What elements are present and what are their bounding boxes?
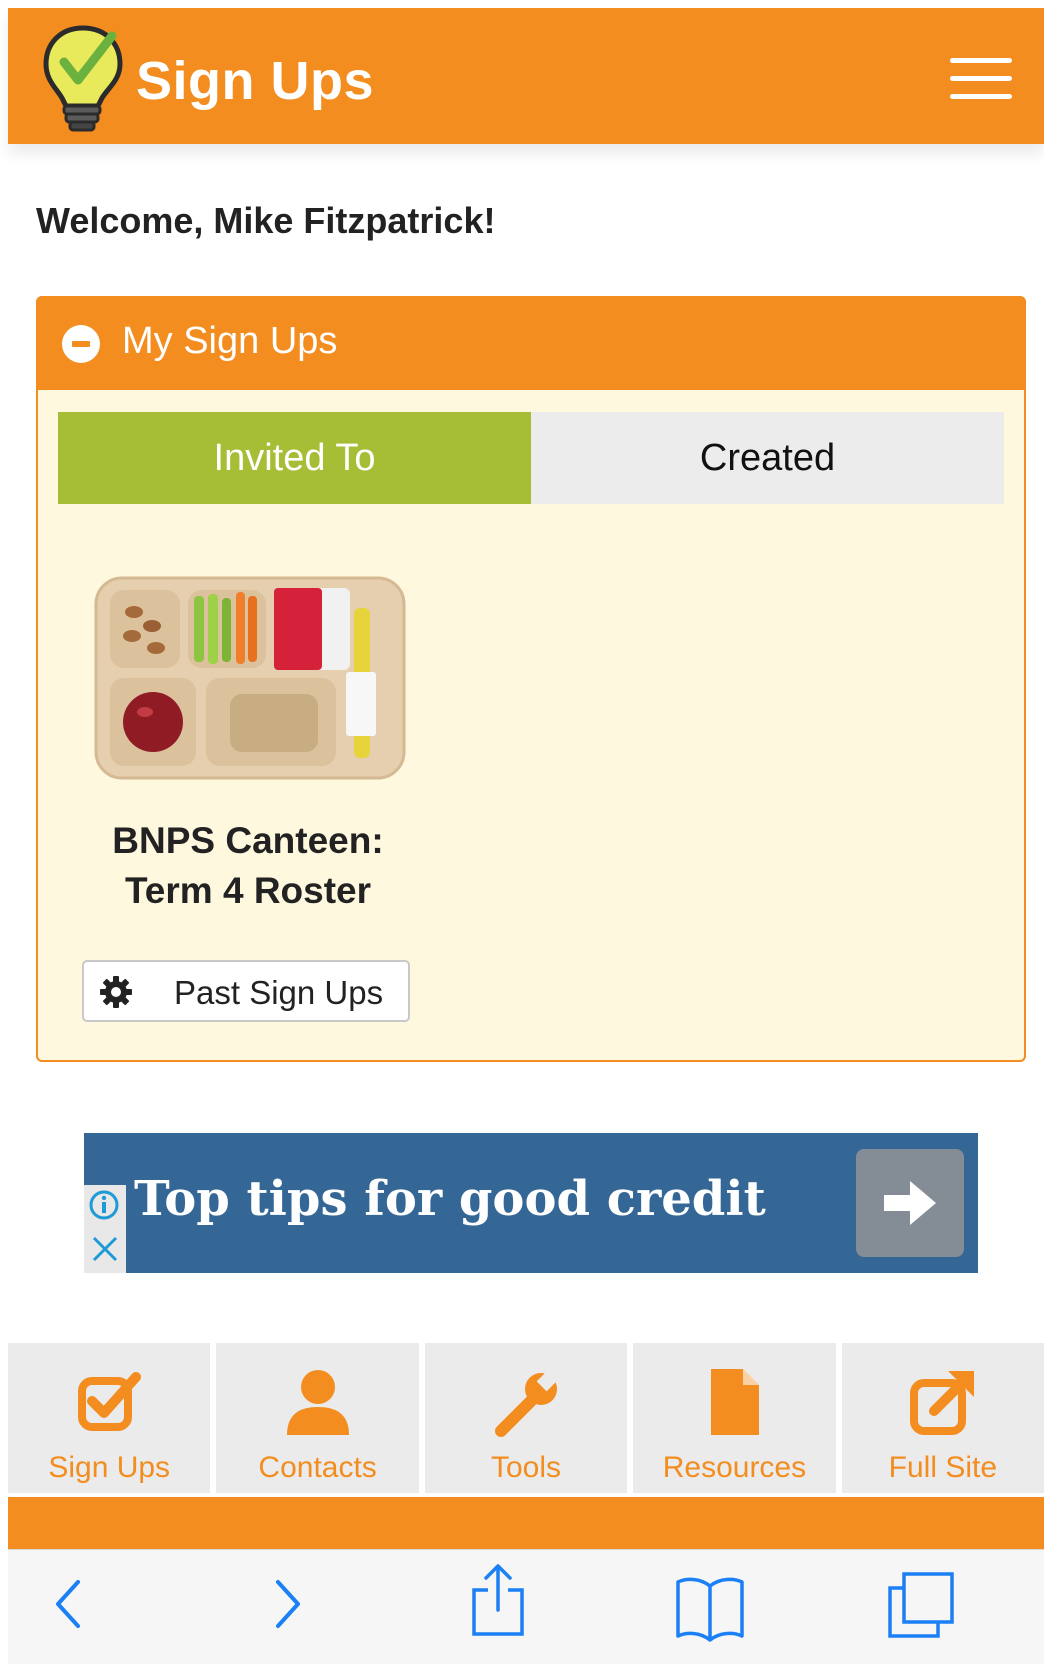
document-icon	[711, 1369, 760, 1435]
close-icon[interactable]	[90, 1233, 120, 1265]
bottom-nav: Sign Ups Contacts Tools Resources Full S…	[8, 1343, 1044, 1493]
nav-full-site[interactable]: Full Site	[841, 1343, 1044, 1493]
footer-strip	[8, 1497, 1044, 1549]
external-link-icon	[909, 1371, 974, 1435]
lunch-tray-image[interactable]	[90, 572, 410, 784]
lightbulb-logo-icon[interactable]	[38, 22, 128, 134]
arrow-right-icon	[884, 1181, 936, 1225]
bookmarks-icon[interactable]	[674, 1574, 746, 1642]
nav-label: Sign Ups	[48, 1451, 171, 1484]
my-signups-panel: My Sign Ups Invited To Created BNPS Cant…	[36, 296, 1026, 1062]
app-title: Sign Ups	[136, 51, 375, 111]
collapse-icon[interactable]	[62, 325, 100, 363]
gear-icon	[100, 976, 132, 1008]
checkbox-icon	[78, 1372, 142, 1431]
forward-icon[interactable]	[268, 1572, 308, 1636]
share-icon[interactable]	[470, 1562, 526, 1638]
tab-invited-to[interactable]: Invited To	[58, 412, 531, 504]
info-icon[interactable]	[88, 1189, 120, 1221]
panel-header[interactable]: My Sign Ups	[36, 296, 1026, 390]
tab-created[interactable]: Created	[531, 412, 1004, 504]
past-signups-button[interactable]: Past Sign Ups	[82, 960, 410, 1022]
app-header: Sign Ups	[8, 8, 1044, 144]
welcome-message: Welcome, Mike Fitzpatrick!	[36, 200, 496, 241]
menu-icon[interactable]	[950, 56, 1012, 102]
panel-title: My Sign Ups	[122, 320, 338, 362]
browser-toolbar	[8, 1549, 1044, 1664]
nav-label: Full Site	[888, 1451, 998, 1484]
nav-resources[interactable]: Resources	[633, 1343, 836, 1493]
signup-card-title[interactable]: BNPS Canteen: Term 4 Roster	[78, 816, 418, 916]
back-icon[interactable]	[48, 1572, 88, 1636]
person-icon	[286, 1370, 349, 1435]
nav-tools[interactable]: Tools	[424, 1343, 628, 1493]
nav-contacts[interactable]: Contacts	[216, 1343, 419, 1493]
nav-sign-ups[interactable]: Sign Ups	[8, 1343, 211, 1493]
past-signups-label: Past Sign Ups	[174, 974, 384, 1011]
ad-text[interactable]: Top tips for good credit	[134, 1171, 766, 1227]
nav-label: Tools	[490, 1451, 562, 1484]
signup-tabs: Invited To Created	[58, 412, 1004, 504]
nav-label: Contacts	[258, 1451, 377, 1484]
tabs-icon[interactable]	[886, 1570, 956, 1640]
nav-label: Resources	[662, 1451, 807, 1484]
wrench-icon	[495, 1368, 560, 1437]
ad-arrow-button[interactable]	[856, 1149, 964, 1257]
ad-banner[interactable]: Top tips for good credit	[84, 1133, 978, 1273]
